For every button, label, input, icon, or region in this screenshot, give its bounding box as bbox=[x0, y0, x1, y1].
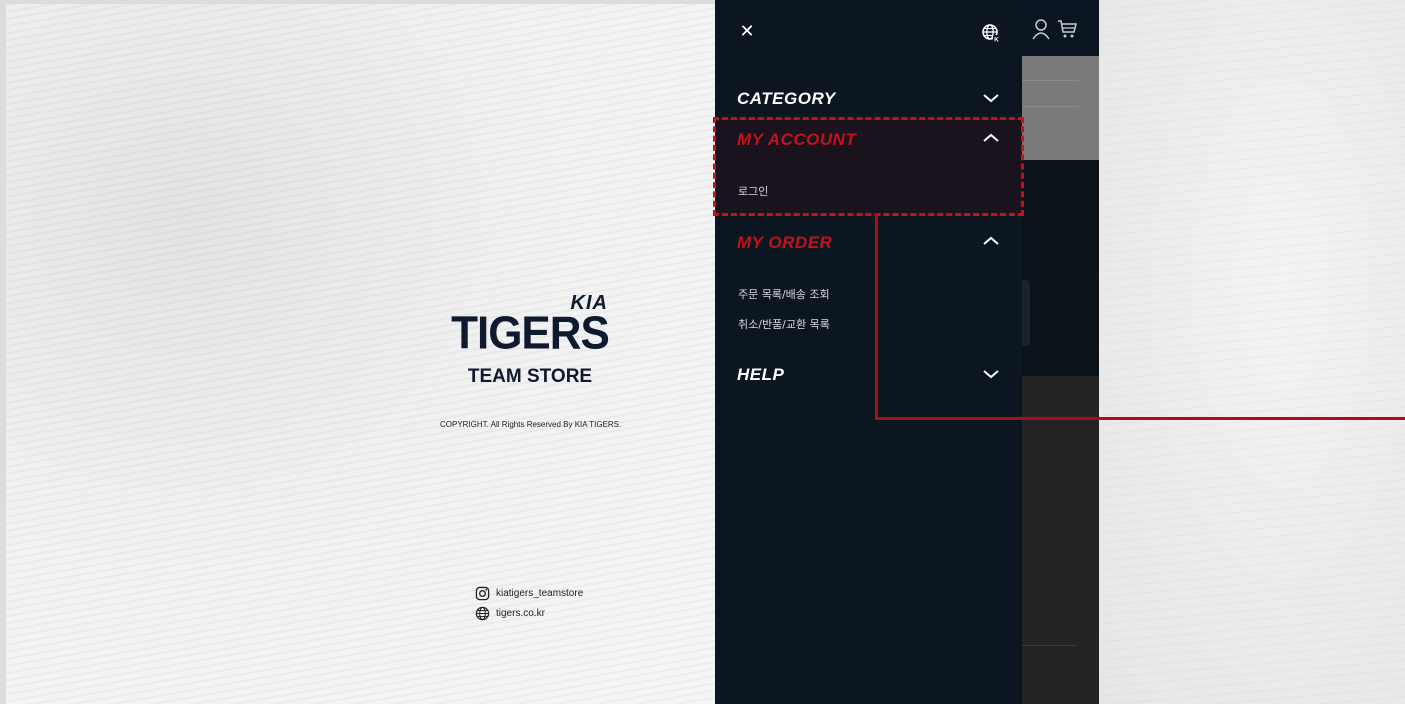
menu-section-my-account[interactable]: MY ACCOUNT bbox=[737, 130, 856, 150]
team-store-title: TEAM STORE bbox=[467, 366, 593, 387]
social-links: kiatigers_teamstore tigers.co.kr bbox=[475, 583, 583, 623]
menu-section-my-order[interactable]: MY ORDER bbox=[737, 233, 832, 253]
chevron-down-icon[interactable] bbox=[982, 368, 1000, 380]
annotation-connector-horizontal bbox=[875, 417, 1405, 420]
website-link[interactable]: tigers.co.kr bbox=[475, 603, 583, 623]
menu-item-login[interactable]: 로그인 bbox=[738, 183, 768, 199]
menu-section-help[interactable]: HELP bbox=[737, 365, 784, 385]
cart-icon[interactable] bbox=[1057, 18, 1077, 40]
instagram-icon bbox=[475, 586, 490, 600]
menu-section-category[interactable]: CATEGORY bbox=[737, 89, 836, 109]
background-right bbox=[1099, 0, 1405, 704]
instagram-link[interactable]: kiatigers_teamstore bbox=[475, 583, 583, 603]
underlying-page bbox=[1022, 0, 1099, 704]
globe-icon bbox=[475, 606, 490, 620]
menu-item-cancel-return-list[interactable]: 취소/반품/교환 목록 bbox=[738, 316, 830, 332]
chevron-up-icon[interactable] bbox=[982, 132, 1000, 144]
language-button[interactable]: K bbox=[981, 23, 1001, 43]
close-button[interactable]: ✕ bbox=[737, 20, 757, 42]
website-url: tigers.co.kr bbox=[496, 607, 545, 619]
user-icon[interactable] bbox=[1031, 18, 1051, 40]
menu-item-order-list[interactable]: 주문 목록/배송 조회 bbox=[738, 286, 830, 302]
header-icons bbox=[1031, 18, 1077, 40]
tigers-logo: TIGERS bbox=[451, 307, 610, 360]
copyright-text: COPYRIGHT. All Rights Reserved By KIA TI… bbox=[440, 420, 622, 429]
chevron-up-icon[interactable] bbox=[982, 235, 1000, 247]
chevron-down-icon[interactable] bbox=[982, 92, 1000, 104]
svg-text:K: K bbox=[994, 36, 999, 43]
brand-block: KIA TIGERS TEAM STORE COPYRIGHT. All Rig… bbox=[440, 293, 622, 429]
annotation-connector-vertical bbox=[875, 213, 878, 420]
instagram-handle: kiatigers_teamstore bbox=[496, 587, 584, 599]
